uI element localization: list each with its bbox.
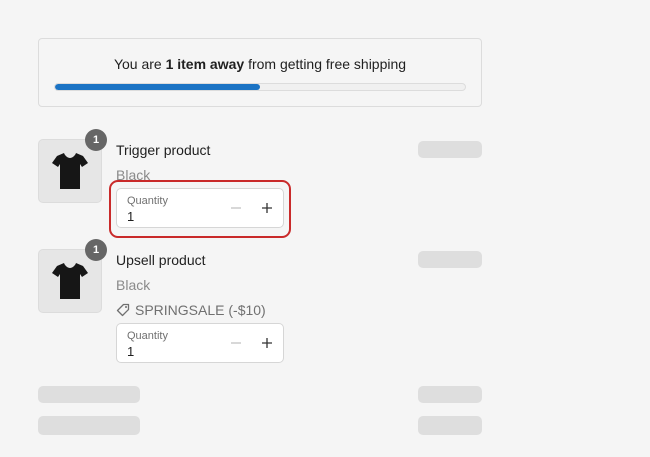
quantity-label: Quantity — [127, 330, 168, 342]
product-title: Upsell product — [116, 252, 206, 268]
shipping-suffix: from getting free shipping — [244, 56, 407, 72]
total-label-placeholder — [38, 416, 140, 435]
subtotal-value-placeholder — [418, 386, 482, 403]
price-placeholder — [418, 251, 482, 268]
decrease-quantity-button[interactable] — [225, 332, 247, 354]
shipping-prefix: You are — [113, 56, 166, 72]
subtotal-label-placeholder — [38, 386, 140, 403]
discount-code-text: SPRINGSALE (-$10) — [135, 302, 266, 318]
free-shipping-message: You are 1 item away from getting free sh… — [39, 56, 481, 72]
total-value-placeholder — [418, 416, 482, 435]
item-count-badge: 1 — [85, 239, 107, 261]
tshirt-icon — [52, 263, 88, 299]
shipping-progress-bar — [54, 83, 466, 91]
minus-icon — [231, 342, 241, 344]
item-count-badge: 1 — [85, 129, 107, 151]
product-variant: Black — [116, 277, 151, 293]
plus-icon — [262, 338, 272, 348]
tag-icon — [116, 303, 130, 317]
tshirt-icon — [52, 153, 88, 189]
price-placeholder — [418, 141, 482, 158]
product-title: Trigger product — [116, 142, 211, 158]
quantity-highlight-outline — [109, 180, 291, 238]
discount-code: SPRINGSALE (-$10) — [116, 302, 266, 318]
quantity-stepper[interactable]: Quantity 1 — [116, 323, 284, 363]
free-shipping-banner: You are 1 item away from getting free sh… — [38, 38, 482, 107]
shipping-progress-fill — [55, 84, 260, 90]
increase-quantity-button[interactable] — [256, 332, 278, 354]
shipping-emphasis: 1 item away — [165, 56, 245, 72]
quantity-value[interactable]: 1 — [127, 344, 134, 359]
cart-page: You are 1 item away from getting free sh… — [0, 0, 650, 457]
